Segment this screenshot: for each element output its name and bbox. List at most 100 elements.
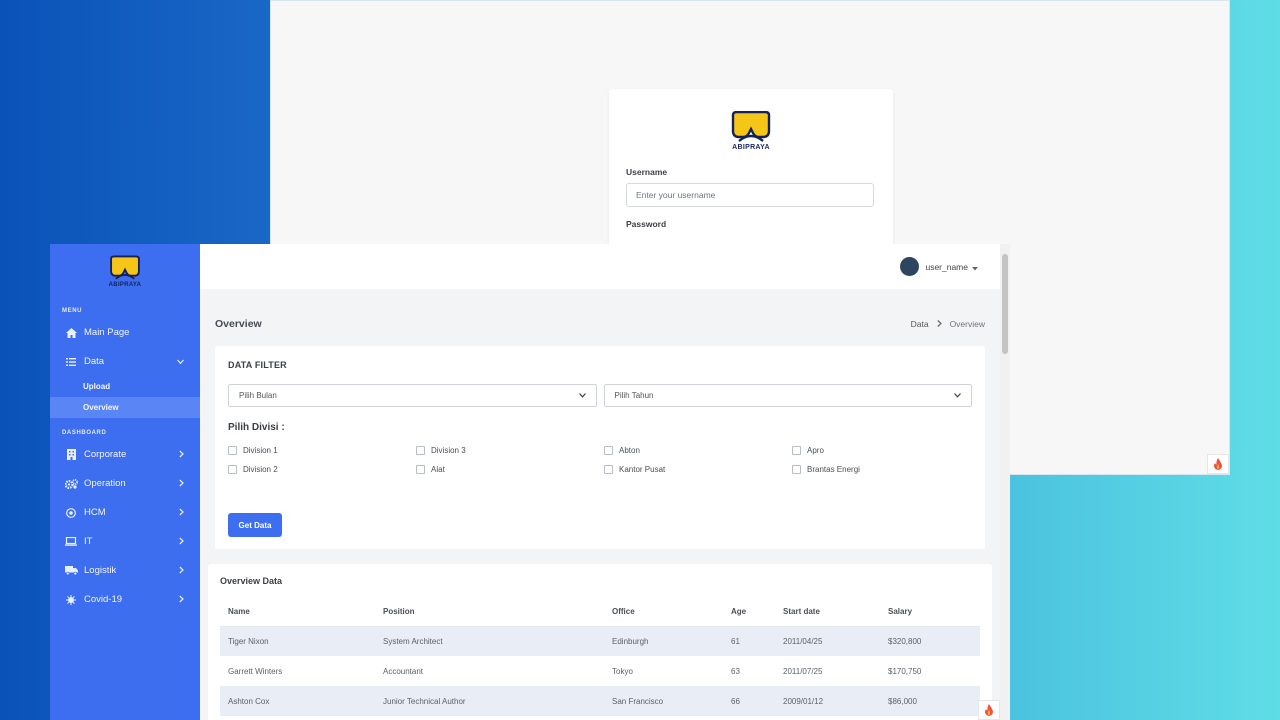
scrollbar[interactable] [1000, 244, 1010, 720]
flame-button[interactable] [1207, 454, 1229, 474]
data-filter-title: DATA FILTER [228, 360, 287, 370]
cell-name: Garrett Winters [228, 666, 283, 676]
sidebar-subitem-upload[interactable]: Upload [50, 376, 200, 397]
menu-section-header: MENU [62, 308, 83, 314]
username-input[interactable]: Enter your username [626, 183, 874, 207]
checkbox-alat[interactable]: Alat [416, 464, 604, 475]
year-select[interactable]: Pilih Tahun [603, 384, 972, 407]
checkbox-box[interactable] [416, 446, 425, 455]
topbar: user_name [200, 244, 1000, 289]
column-header-position[interactable]: Position [375, 597, 604, 627]
sidebar-item-corporate[interactable]: Corporate [50, 440, 200, 469]
checkbox-box[interactable] [604, 465, 613, 474]
checkbox-box[interactable] [228, 465, 237, 474]
flame-button[interactable] [978, 700, 1000, 720]
year-select-value: Pilih Tahun [614, 391, 654, 400]
chevron-right-icon [179, 507, 184, 518]
target-icon [64, 507, 78, 518]
checkbox-box[interactable] [416, 465, 425, 474]
cell-office: San Francisco [604, 686, 723, 716]
checkbox-box[interactable] [792, 465, 801, 474]
column-header-start-date[interactable]: Start date [775, 597, 880, 627]
breadcrumb-parent[interactable]: Data [911, 319, 929, 329]
sidebar-item-hcm[interactable]: HCM [50, 498, 200, 527]
username-label: Username [626, 167, 668, 177]
checkbox-division-1[interactable]: Division 1 [228, 445, 416, 456]
division-checkboxes: Division 1 Division 3 Abton Apro Divisio… [228, 445, 972, 475]
month-select-value: Pilih Bulan [239, 391, 277, 400]
user-menu[interactable]: user_name [900, 257, 978, 276]
main-content: Overview Data Overview DATA FILTER Pilih… [200, 289, 1000, 720]
checkbox-label: Kantor Pusat [619, 465, 666, 474]
cell-age: 61 [723, 626, 775, 656]
checkbox-apro[interactable]: Apro [792, 445, 980, 456]
column-header-office[interactable]: Office [604, 597, 723, 627]
checkbox-label: Alat [431, 465, 445, 474]
checkbox-division-2[interactable]: Division 2 [228, 464, 416, 475]
checkbox-brantas-energi[interactable]: Brantas Energi [792, 464, 980, 475]
list-icon [64, 357, 78, 366]
checkbox-abton[interactable]: Abton [604, 445, 792, 456]
checkbox-label: Division 3 [431, 446, 466, 455]
month-select[interactable]: Pilih Bulan [228, 384, 597, 407]
get-data-button[interactable]: Get Data [228, 513, 282, 537]
dashboard-section-header: DASHBOARD [62, 430, 107, 436]
sidebar-item-data[interactable]: Data [50, 347, 200, 376]
chevron-right-icon [179, 449, 184, 460]
avatar [900, 257, 920, 276]
cell-age: 66 [723, 686, 775, 716]
cell-start-date: 2011/07/25 [783, 666, 823, 676]
breadcrumb-current: Overview [949, 319, 985, 329]
division-label: Pilih Divisi : [228, 422, 285, 433]
cogs-icon [64, 478, 78, 489]
sidebar-item-operation[interactable]: Operation [50, 469, 200, 498]
sidebar-item-label: Corporate [84, 449, 127, 460]
sidebar-item-main-page[interactable]: Main Page [50, 318, 200, 347]
checkbox-kantor-pusat[interactable]: Kantor Pusat [604, 464, 792, 475]
table-header-row: Name Position Office Age Start date Sala… [220, 597, 980, 627]
chevron-down-icon [177, 356, 184, 367]
caret-down-icon [972, 258, 978, 276]
cell-name: Ashton Cox [220, 686, 375, 716]
chevron-right-icon [179, 565, 184, 576]
scrollbar-thumb[interactable] [1002, 254, 1008, 354]
checkbox-box[interactable] [604, 446, 613, 455]
cell-position: Junior Technical Author [375, 686, 604, 716]
chevron-down-icon [954, 393, 961, 398]
overview-data-card: Overview Data Name Position Office Age S… [208, 564, 992, 720]
chevron-right-icon [179, 478, 184, 489]
abipraya-logo-icon [731, 111, 771, 142]
sidebar-item-label: HCM [84, 507, 106, 518]
checkbox-label: Brantas Energi [807, 465, 860, 474]
cell-office: Tokyo [612, 666, 633, 676]
checkbox-label: Division 2 [243, 465, 278, 474]
sidebar-subitem-overview[interactable]: Overview [50, 397, 200, 418]
column-header-name[interactable]: Name [220, 597, 375, 627]
sidebar-item-logistik[interactable]: Logistik [50, 556, 200, 585]
overview-table: Name Position Office Age Start date Sala… [220, 597, 980, 716]
sidebar: ABIPRAYA MENU Main Page Data Upload Over… [50, 244, 200, 720]
checkbox-box[interactable] [792, 446, 801, 455]
table-row: Tiger Nixon System Architect Edinburgh 6… [220, 626, 980, 656]
dashboard-window: ABIPRAYA MENU Main Page Data Upload Over… [50, 244, 1010, 720]
checkbox-box[interactable] [228, 446, 237, 455]
column-header-salary[interactable]: Salary [880, 597, 980, 627]
breadcrumb: Data Overview [911, 319, 985, 329]
chevron-right-icon [179, 594, 184, 605]
chevron-right-icon [936, 319, 942, 329]
checkbox-label: Division 1 [243, 446, 278, 455]
sidebar-item-label: Covid-19 [84, 594, 123, 605]
password-label: Password [626, 219, 667, 229]
checkbox-label: Apro [807, 446, 824, 455]
cell-start-date: 2009/01/12 [775, 686, 880, 716]
checkbox-division-3[interactable]: Division 3 [416, 445, 604, 456]
cell-salary: $86,000 [880, 686, 980, 716]
sidebar-logo[interactable]: ABIPRAYA [50, 244, 200, 296]
chevron-down-icon [578, 393, 586, 398]
overview-data-title: Overview Data [220, 576, 283, 586]
sidebar-item-covid-19[interactable]: Covid-19 [50, 585, 200, 614]
login-logo: ABIPRAYA [626, 111, 876, 151]
sidebar-item-it[interactable]: IT [50, 527, 200, 556]
cell-name: Tiger Nixon [220, 626, 375, 656]
column-header-age[interactable]: Age [723, 597, 775, 627]
